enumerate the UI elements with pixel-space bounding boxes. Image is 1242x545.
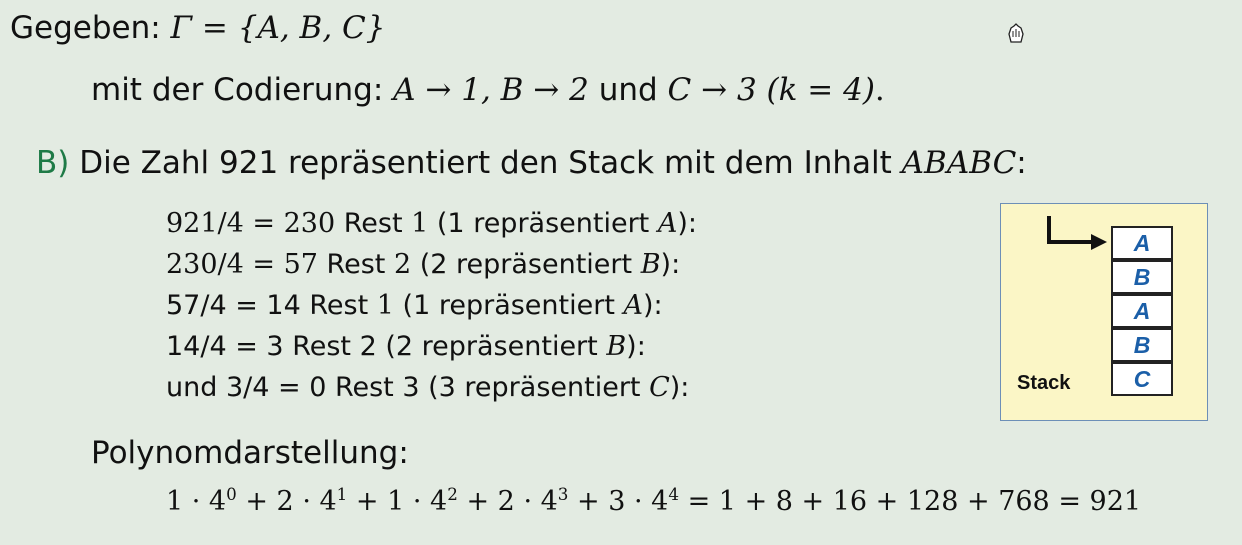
calc-eq: 921/4 = 230 (166, 208, 336, 239)
calc-paren: (2 repräsentiert (376, 331, 607, 362)
calc-end: ): (660, 249, 681, 280)
coding-math-3: (k = 4) (766, 72, 875, 108)
calc-end: ): (643, 290, 663, 321)
poly-formula: 1 · 40 + 2 · 41 + 1 · 42 + 2 · 43 + 3 · … (166, 483, 1141, 521)
coding-math-2: C → 3 (667, 72, 757, 108)
coding-und: und (588, 72, 668, 108)
coding-line: mit der Codierung: A → 1, B → 2 und C → … (91, 70, 885, 110)
stack-cell: C (1111, 362, 1173, 396)
calc-line-4: 14/4 = 3 Rest 2 (2 repräsentiert B): (166, 330, 646, 364)
calc-r: 2 (393, 249, 412, 280)
calc-eq: 3/4 = 0 (225, 372, 327, 403)
part-b-text: Die Zahl 921 repräsentiert den Stack mit… (79, 145, 902, 181)
calc-r: 2 (359, 331, 377, 362)
stack-diagram: A B A B C Stack (1000, 203, 1208, 421)
calc-paren: (1 repräsentiert (393, 290, 624, 321)
calc-line-5: und 3/4 = 0 Rest 3 (3 repräsentiert C): (166, 371, 689, 405)
calc-rest: Rest (317, 249, 394, 280)
calc-paren: (2 repräsentiert (411, 249, 641, 280)
coding-math-1: A → 1, B → 2 (393, 72, 589, 108)
poly-term: + 1 · 42 (347, 484, 458, 517)
poly-result: = 1 + 8 + 16 + 128 + 768 = 921 (679, 486, 1142, 517)
calc-sym: C (649, 372, 670, 403)
part-b-content: ABABC (901, 145, 1017, 181)
calc-line-1: 921/4 = 230 Rest 1 (1 repräsentiert A): (166, 207, 697, 241)
poly-heading: Polynomdarstellung: (91, 435, 409, 471)
calc-sym: A (657, 208, 678, 239)
calc-paren: (3 repräsentiert (419, 372, 650, 403)
calc-end: ): (626, 331, 646, 362)
stack-cell: A (1111, 226, 1173, 260)
given-line: Gegeben: Γ = {A, B, C} (10, 8, 386, 48)
calc-rest: Rest (300, 290, 377, 321)
coding-end: . (874, 72, 885, 108)
given-math: Γ = {A, B, C} (170, 10, 386, 46)
poly-term: + 3 · 44 (568, 484, 680, 517)
poly-term: 1 · 40 (166, 484, 237, 517)
stack-cell: B (1111, 328, 1173, 362)
calc-eq: 14/4 = 3 (166, 331, 284, 362)
poly-term: + 2 · 43 (457, 484, 569, 517)
poly-term: + 2 · 41 (236, 484, 348, 517)
stack-label: Stack (1017, 372, 1071, 394)
calc-line-2: 230/4 = 57 Rest 2 (2 repräsentiert B): (166, 248, 680, 282)
calc-rest: Rest (283, 331, 360, 362)
part-b-line: B) Die Zahl 921 repräsentiert den Stack … (36, 143, 1027, 183)
calc-rest: Rest (335, 208, 412, 239)
calc-sym: A (623, 290, 644, 321)
calc-eq: 57/4 = 14 (166, 290, 301, 321)
calc-r: 1 (411, 208, 429, 239)
calc-pre: und (166, 372, 226, 403)
arrow-right-icon (1047, 216, 1107, 250)
calc-eq: 230/4 = 57 (166, 249, 318, 280)
calc-r: 3 (402, 372, 420, 403)
calc-line-3: 57/4 = 14 Rest 1 (1 repräsentiert A): (166, 289, 663, 323)
part-b-label: B) (36, 145, 70, 181)
calc-end: ): (669, 372, 690, 403)
calc-rest: Rest (326, 372, 403, 403)
part-b-end: : (1016, 145, 1027, 181)
calc-sym: B (640, 249, 661, 280)
calc-end: ): (677, 208, 697, 239)
given-prefix: Gegeben: (10, 10, 171, 46)
calc-sym: B (606, 331, 627, 362)
pointer-hand-icon (1008, 23, 1024, 43)
stack-cell: A (1111, 294, 1173, 328)
coding-prefix: mit der Codierung: (91, 72, 394, 108)
stack-cell: B (1111, 260, 1173, 294)
calc-paren: (1 repräsentiert (428, 208, 658, 239)
calc-r: 1 (376, 290, 394, 321)
